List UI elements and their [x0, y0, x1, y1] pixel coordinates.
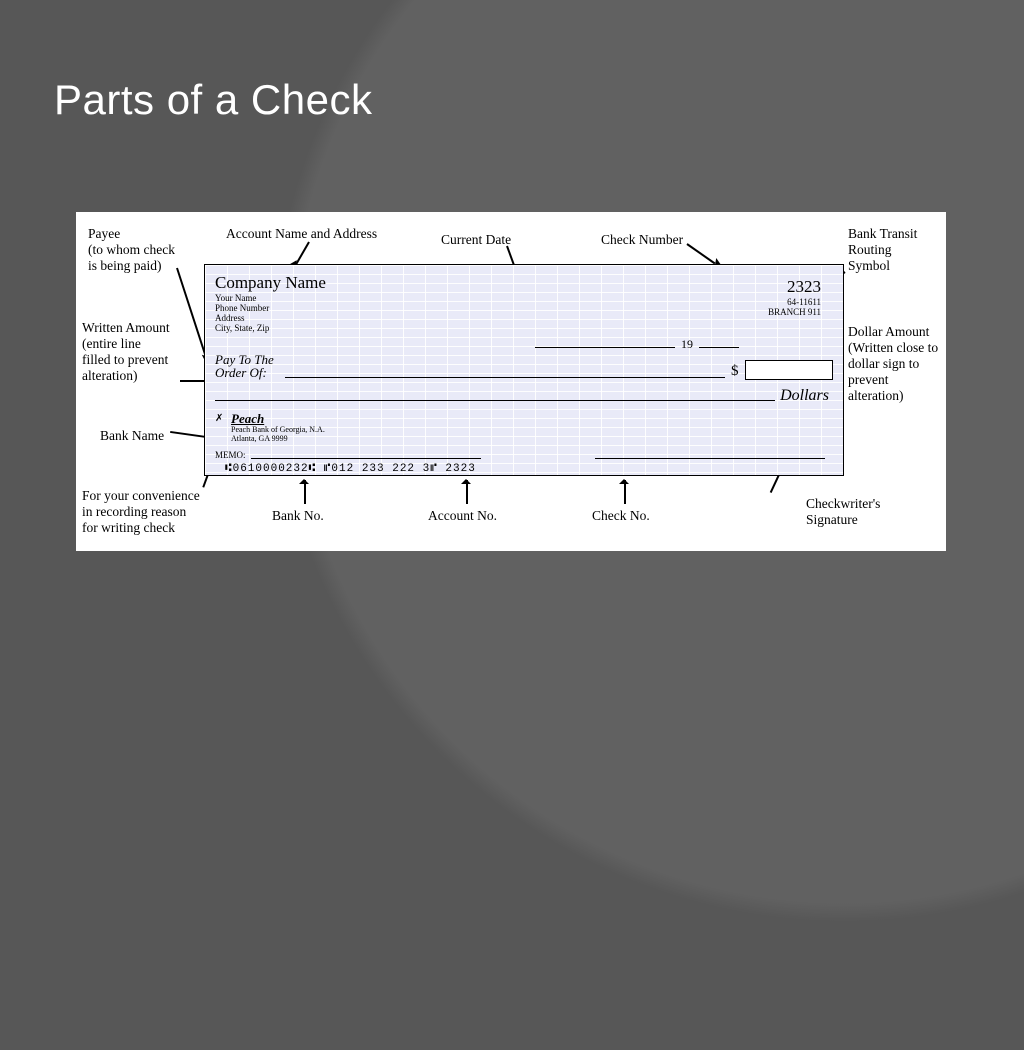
check-date-year-prefix: 19: [681, 337, 693, 352]
check-date-year-line: [699, 347, 739, 348]
label-bank-no: Bank No.: [272, 508, 324, 524]
check-micr-line: ⑆0610000232⑆ ⑈012 233 222 3⑈ 2323: [225, 463, 476, 475]
label-signature: Checkwriter's Signature: [806, 496, 880, 528]
check-amount-box: [745, 360, 833, 380]
check-company-name: Company Name: [215, 273, 326, 293]
label-account-name: Account Name and Address: [226, 226, 377, 242]
label-payee: Payee (to whom check is being paid): [88, 226, 175, 274]
check-dollars-word: Dollars: [780, 387, 829, 405]
check-signature-line: [595, 458, 825, 459]
label-dollar-amount: Dollar Amount (Written close to dollar s…: [848, 324, 938, 404]
label-bank-name: Bank Name: [100, 428, 164, 444]
check-payee-line: [285, 377, 725, 378]
label-check-no: Check No.: [592, 508, 650, 524]
check-diagram: Payee (to whom check is being paid) Acco…: [76, 212, 946, 551]
label-memo: For your convenience in recording reason…: [82, 488, 200, 536]
check-bank-logo-icon: ✗: [215, 413, 223, 424]
check-date-line: [535, 347, 675, 348]
check-branch-code: BRANCH 911: [768, 307, 821, 317]
check-bank-line2: Peach Bank of Georgia, N.A.: [231, 425, 325, 434]
label-bank-transit: Bank Transit Routing Symbol: [848, 226, 917, 274]
check-written-amount-line: [215, 400, 775, 401]
sample-check: Company Name Your Name Phone Number Addr…: [204, 264, 844, 476]
check-transit-code: 64-11611: [787, 297, 821, 307]
label-current-date: Current Date: [441, 232, 511, 248]
check-memo-label: MEMO:: [215, 450, 246, 460]
check-holder-city: City, State, Zip: [215, 323, 269, 334]
check-number-value: 2323: [787, 277, 821, 297]
check-bank-line3: Atlanta, GA 9999: [231, 434, 288, 443]
check-dollar-sign: $: [731, 363, 739, 380]
label-written-amount: Written Amount (entire line filled to pr…: [82, 320, 170, 384]
check-memo-line: [251, 458, 481, 459]
label-account-no: Account No.: [428, 508, 497, 524]
label-check-number: Check Number: [601, 232, 683, 248]
check-pay-to-label: Pay To The Order Of:: [215, 353, 295, 379]
page-title: Parts of a Check: [54, 76, 372, 124]
